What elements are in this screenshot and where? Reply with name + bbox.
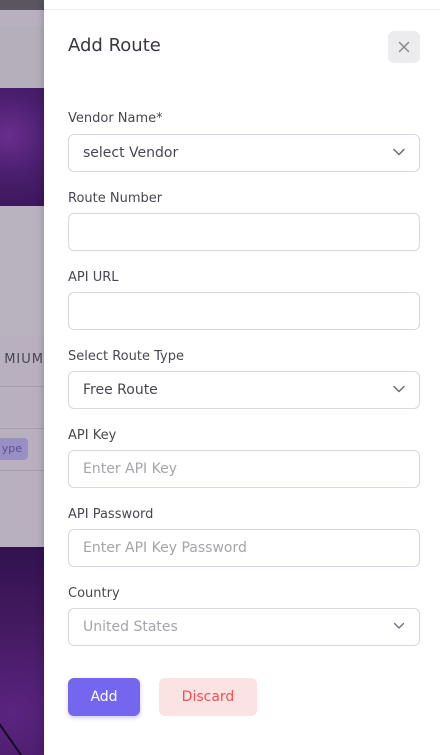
divider <box>0 386 44 387</box>
background-plan-label: MIUM <box>4 352 44 367</box>
api-key-field[interactable] <box>68 450 420 488</box>
api-password-field[interactable] <box>68 529 420 567</box>
route-type-label: Select Route Type <box>68 349 184 364</box>
add-route-drawer: Add Route Vendor Name* select Vendor Rou… <box>44 0 440 755</box>
chevron-down-icon <box>393 622 405 629</box>
vendor-name-select[interactable]: select Vendor <box>68 134 420 172</box>
background-panel <box>0 206 44 336</box>
background-page: MIUM ype <box>0 0 44 755</box>
discard-button[interactable]: Discard <box>159 678 257 716</box>
divider <box>0 470 44 471</box>
country-label: Country <box>68 586 120 601</box>
route-number-input[interactable] <box>83 224 405 240</box>
country-value: United States <box>83 619 178 635</box>
vendor-name-value: select Vendor <box>83 145 179 161</box>
country-select[interactable]: United States <box>68 608 420 646</box>
close-icon <box>398 41 410 53</box>
api-url-field[interactable] <box>68 292 420 330</box>
drawer-title: Add Route <box>68 35 161 56</box>
api-url-input[interactable] <box>83 303 405 319</box>
background-image <box>0 88 44 206</box>
route-type-value: Free Route <box>83 382 158 398</box>
api-url-label: API URL <box>68 270 119 285</box>
api-key-input[interactable] <box>83 461 405 477</box>
chevron-down-icon <box>393 148 405 156</box>
route-number-label: Route Number <box>68 191 163 206</box>
close-button[interactable] <box>388 31 420 63</box>
api-password-input[interactable] <box>83 540 405 556</box>
chevron-down-icon <box>393 385 405 393</box>
background-topbar <box>0 0 44 10</box>
route-number-field[interactable] <box>68 213 420 251</box>
divider <box>0 428 44 429</box>
api-password-label: API Password <box>68 507 154 522</box>
add-button[interactable]: Add <box>68 678 140 716</box>
background-image <box>0 547 44 755</box>
background-panel <box>0 26 44 88</box>
api-key-label: API Key <box>68 428 117 443</box>
vendor-name-label: Vendor Name* <box>68 111 163 126</box>
background-type-badge: ype <box>0 438 28 460</box>
divider <box>44 9 440 10</box>
route-type-select[interactable]: Free Route <box>68 371 420 409</box>
